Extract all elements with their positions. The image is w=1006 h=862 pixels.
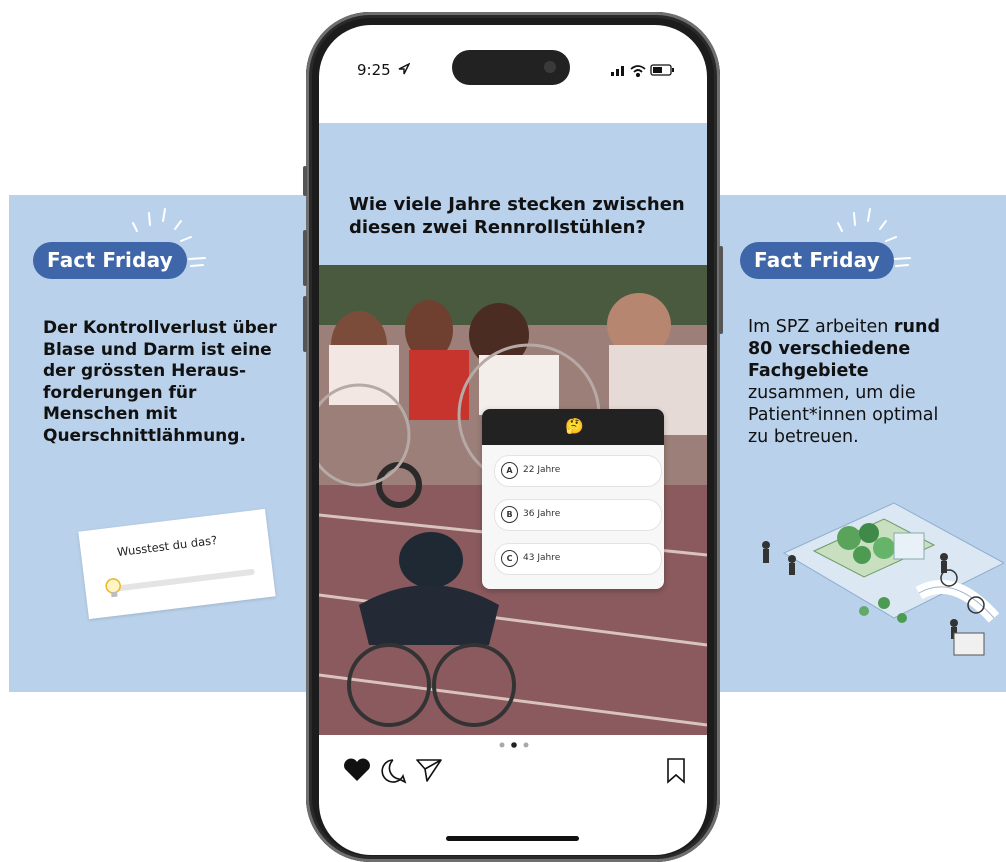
mute-switch xyxy=(303,166,307,196)
camera-icon xyxy=(544,61,556,73)
thinking-face-icon: 🤔 xyxy=(565,418,584,435)
quiz-option-b[interactable]: B 36 Jahre xyxy=(494,499,662,531)
post-action-bar xyxy=(319,737,707,797)
carousel-dot xyxy=(499,742,505,748)
fact-text: Der Kontrollverlust über Blase und Darm … xyxy=(43,318,277,446)
wifi-icon xyxy=(630,65,646,78)
poll-sticker[interactable]: Wusstest du das? xyxy=(78,508,276,620)
quiz-header: 🤔 xyxy=(482,409,664,445)
fact-text: Im SPZ arbeiten rund 80 verschiedene Fac… xyxy=(748,317,940,447)
quiz-sticker[interactable]: 🤔 A 22 Jahre B 36 Jahre C 43 Jahre xyxy=(482,409,664,589)
status-time: 9:25 xyxy=(357,61,412,79)
lightbulb-icon[interactable] xyxy=(102,575,125,603)
phone-frame: 9:25 Wie viele Jahre stecken zwischen di… xyxy=(303,12,723,862)
heart-icon[interactable] xyxy=(342,757,372,783)
location-arrow-icon xyxy=(399,62,412,75)
carousel-dots xyxy=(497,737,537,755)
comment-icon[interactable] xyxy=(379,757,407,785)
volume-up-button xyxy=(303,230,307,286)
battery-icon xyxy=(650,64,674,76)
power-button xyxy=(719,246,723,334)
share-icon[interactable] xyxy=(414,756,444,784)
poll-question: Wusstest du das? xyxy=(116,532,218,560)
home-indicator[interactable] xyxy=(446,836,579,841)
fact-card-left: Fact Friday Der Kontrollverlust über Bla… xyxy=(9,195,309,692)
fact-friday-badge: Fact Friday xyxy=(33,242,187,279)
phone-screen: 9:25 Wie viele Jahre stecken zwischen di… xyxy=(319,25,707,855)
fact-friday-badge: Fact Friday xyxy=(740,242,894,279)
spz-illustration xyxy=(762,502,1004,656)
volume-down-button xyxy=(303,296,307,352)
status-icons xyxy=(611,63,681,82)
bookmark-icon[interactable] xyxy=(665,757,687,785)
carousel-dot xyxy=(523,742,529,748)
fact-card-right: Fact Friday Im SPZ arbeiten rund 80 vers… xyxy=(718,195,1006,692)
dynamic-island xyxy=(452,50,570,85)
poll-slider[interactable] xyxy=(113,568,255,592)
signal-icon xyxy=(611,66,624,76)
post-photo[interactable]: 🤔 A 22 Jahre B 36 Jahre C 43 Jahre xyxy=(319,265,707,735)
quiz-option-a[interactable]: A 22 Jahre xyxy=(494,455,662,487)
carousel-dot-active xyxy=(511,742,517,748)
quiz-option-c[interactable]: C 43 Jahre xyxy=(494,543,662,575)
post-header: Wie viele Jahre stecken zwischen diesen … xyxy=(319,123,707,273)
post-question: Wie viele Jahre stecken zwischen diesen … xyxy=(349,194,685,238)
status-bar: 9:25 xyxy=(319,25,707,85)
